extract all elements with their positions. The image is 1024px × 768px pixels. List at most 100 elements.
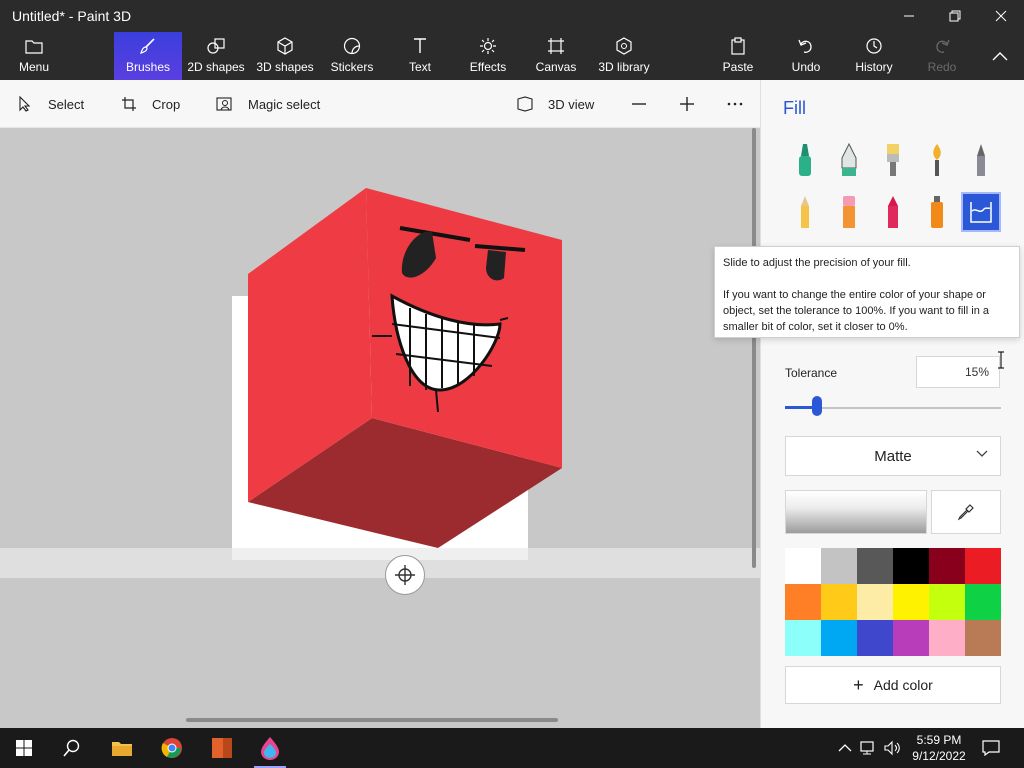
tab-text-label: Text bbox=[408, 60, 431, 74]
paste-icon bbox=[727, 35, 749, 57]
oil-brush-button[interactable] bbox=[873, 140, 913, 180]
current-color-swatch[interactable] bbox=[785, 490, 927, 534]
color-swatch[interactable] bbox=[857, 620, 893, 656]
eyedropper-button[interactable] bbox=[931, 490, 1001, 534]
red-cube-model[interactable] bbox=[0, 128, 760, 728]
fill-bucket-icon bbox=[970, 202, 992, 223]
redo-button[interactable]: Redo bbox=[922, 32, 962, 80]
paint3d-taskbar-button[interactable] bbox=[246, 728, 294, 768]
spray-can-button[interactable] bbox=[917, 192, 957, 232]
search-icon bbox=[63, 739, 80, 757]
select-label: Select bbox=[48, 96, 85, 112]
color-swatch[interactable] bbox=[785, 620, 821, 656]
search-button[interactable] bbox=[48, 728, 96, 768]
network-icon bbox=[860, 741, 874, 755]
tab-2d-shapes[interactable]: 2D shapes bbox=[186, 32, 246, 80]
color-swatch[interactable] bbox=[965, 584, 1001, 620]
marker-button[interactable] bbox=[785, 140, 825, 180]
material-dropdown[interactable]: Matte bbox=[785, 436, 1001, 476]
tab-2d-shapes-label: 2D shapes bbox=[187, 60, 245, 74]
restore-button[interactable] bbox=[932, 0, 978, 32]
crayon-button[interactable] bbox=[873, 192, 913, 232]
color-swatch[interactable] bbox=[965, 620, 1001, 656]
fill-bucket-button[interactable] bbox=[961, 192, 1001, 232]
add-color-button[interactable]: + Add color bbox=[785, 666, 1001, 704]
color-swatch[interactable] bbox=[785, 584, 821, 620]
start-button[interactable] bbox=[0, 728, 48, 768]
tab-brushes[interactable]: Brushes bbox=[114, 32, 182, 80]
color-swatch[interactable] bbox=[785, 548, 821, 584]
volume-button[interactable] bbox=[884, 728, 902, 768]
vertical-scrollbar[interactable] bbox=[752, 128, 756, 568]
chrome-button[interactable] bbox=[148, 728, 196, 768]
close-button[interactable] bbox=[978, 0, 1024, 32]
rotate-3d-icon bbox=[395, 565, 415, 585]
tab-3d-shapes[interactable]: 3D shapes bbox=[254, 32, 316, 80]
horizontal-scrollbar[interactable] bbox=[186, 718, 558, 722]
restore-icon bbox=[949, 10, 961, 22]
tab-effects[interactable]: Effects bbox=[466, 32, 510, 80]
zoom-out-button[interactable] bbox=[630, 80, 648, 128]
tolerance-input[interactable]: 15% bbox=[916, 356, 1000, 388]
collapse-ribbon-button[interactable] bbox=[984, 32, 1016, 80]
network-button[interactable] bbox=[860, 728, 878, 768]
brush-icon bbox=[137, 35, 159, 57]
tab-stickers[interactable]: Stickers bbox=[328, 32, 376, 80]
more-options-button[interactable] bbox=[726, 80, 744, 128]
more-icon bbox=[727, 102, 743, 106]
color-swatch[interactable] bbox=[821, 548, 857, 584]
zoom-in-button[interactable] bbox=[678, 80, 696, 128]
minus-icon bbox=[632, 103, 646, 105]
crop-button[interactable]: Crop bbox=[120, 80, 180, 128]
view-3d-button[interactable]: 3D view bbox=[516, 80, 594, 128]
color-swatch[interactable] bbox=[821, 584, 857, 620]
color-swatch[interactable] bbox=[857, 584, 893, 620]
file-explorer-button[interactable] bbox=[98, 728, 146, 768]
notifications-button[interactable] bbox=[982, 728, 1000, 768]
pencil-icon bbox=[801, 196, 809, 228]
windows-logo-icon bbox=[16, 740, 32, 756]
eraser-button[interactable] bbox=[829, 192, 869, 232]
eraser-icon bbox=[843, 196, 855, 228]
tab-text[interactable]: Text bbox=[400, 32, 440, 80]
cursor-arrow-icon bbox=[16, 95, 34, 113]
app-orange-button[interactable] bbox=[198, 728, 246, 768]
color-swatch[interactable] bbox=[929, 548, 965, 584]
tab-3d-library-label: 3D library bbox=[598, 60, 650, 74]
calligraphy-pen-button[interactable] bbox=[829, 140, 869, 180]
paste-button[interactable]: Paste bbox=[718, 32, 758, 80]
pixel-pen-icon bbox=[977, 144, 985, 176]
history-icon bbox=[863, 35, 885, 57]
color-swatch[interactable] bbox=[893, 620, 929, 656]
color-swatch[interactable] bbox=[929, 620, 965, 656]
tab-3d-library[interactable]: 3D library bbox=[594, 32, 654, 80]
magic-select-label: Magic select bbox=[248, 96, 321, 112]
color-swatch[interactable] bbox=[893, 584, 929, 620]
show-hidden-icons-button[interactable] bbox=[838, 728, 852, 768]
rotate-gizmo-button[interactable] bbox=[385, 555, 425, 595]
color-swatch[interactable] bbox=[893, 548, 929, 584]
minimize-button[interactable] bbox=[886, 0, 932, 32]
menu-button[interactable]: Menu bbox=[6, 32, 62, 80]
color-swatch[interactable] bbox=[965, 548, 1001, 584]
pencil-button[interactable] bbox=[785, 192, 825, 232]
tab-canvas[interactable]: Canvas bbox=[534, 32, 578, 80]
watercolor-button[interactable] bbox=[917, 140, 957, 180]
system-clock[interactable]: 5:59 PM 9/12/2022 bbox=[906, 732, 972, 764]
spray-can-icon bbox=[931, 196, 943, 228]
eyedropper-icon bbox=[957, 504, 974, 521]
undo-button[interactable]: Undo bbox=[786, 32, 826, 80]
tab-effects-label: Effects bbox=[469, 60, 507, 74]
color-swatch[interactable] bbox=[929, 584, 965, 620]
magic-select-button[interactable]: Magic select bbox=[216, 80, 320, 128]
tolerance-slider-thumb[interactable] bbox=[812, 396, 823, 416]
color-swatch[interactable] bbox=[857, 548, 893, 584]
pixel-pen-button[interactable] bbox=[961, 140, 1001, 180]
select-button[interactable]: Select bbox=[16, 80, 84, 128]
brush-grid bbox=[785, 140, 1005, 240]
marker-icon bbox=[799, 144, 811, 176]
drawing-canvas[interactable] bbox=[0, 128, 760, 728]
panel-title: Fill bbox=[783, 98, 806, 118]
color-swatch[interactable] bbox=[821, 620, 857, 656]
history-button[interactable]: History bbox=[850, 32, 898, 80]
